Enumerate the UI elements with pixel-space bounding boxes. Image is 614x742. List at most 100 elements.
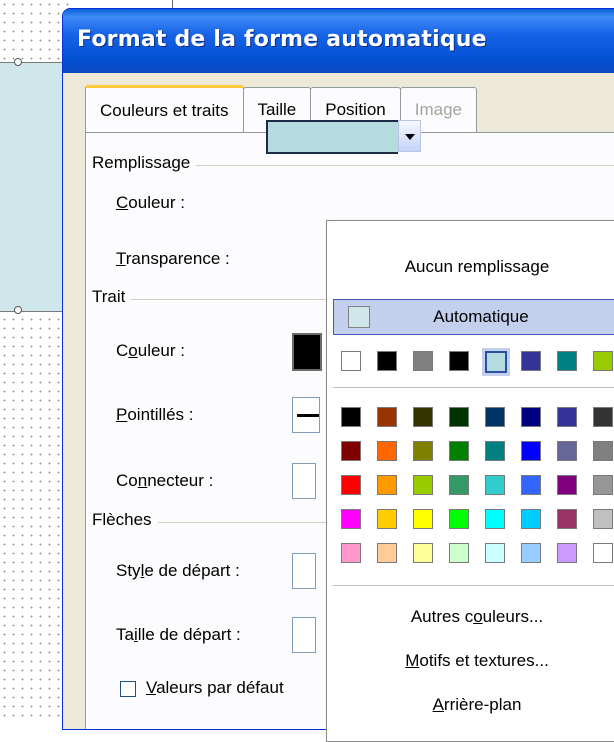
color-swatch[interactable] [593, 509, 613, 529]
color-swatch[interactable] [593, 543, 613, 563]
color-swatch[interactable] [341, 509, 361, 529]
connector-label-text: necteur : [147, 471, 214, 490]
start-size-box[interactable] [292, 617, 316, 653]
start-size-label-pre: Ta [116, 625, 134, 644]
color-swatch[interactable] [449, 351, 469, 371]
color-swatch[interactable] [449, 407, 469, 427]
background-text: rrière-plan [443, 695, 522, 714]
dash-label: Pointillés : [116, 405, 193, 425]
start-style-label: Style de départ : [116, 561, 240, 581]
start-style-box[interactable] [292, 553, 316, 589]
color-swatch[interactable] [341, 441, 361, 461]
line-color-label-key: o [128, 341, 138, 360]
color-swatch[interactable] [485, 441, 505, 461]
color-swatch[interactable] [593, 351, 613, 371]
color-swatch[interactable] [413, 351, 433, 371]
color-swatch[interactable] [521, 475, 541, 495]
dash-label-key: P [116, 405, 128, 424]
group-label-remplissage: Remplissage [92, 153, 197, 173]
selected-shape[interactable] [0, 62, 70, 312]
color-swatch[interactable] [485, 407, 505, 427]
color-swatch[interactable] [449, 543, 469, 563]
transparency-label-key: T [116, 249, 126, 268]
color-swatch[interactable] [341, 407, 361, 427]
color-swatch[interactable] [521, 407, 541, 427]
color-swatch[interactable] [557, 475, 577, 495]
connector-box[interactable] [292, 463, 316, 499]
color-swatch[interactable] [377, 509, 397, 529]
separator [333, 585, 614, 586]
color-swatch[interactable] [485, 509, 505, 529]
start-size-label: Taille de départ : [116, 625, 241, 645]
color-swatch[interactable] [521, 351, 541, 371]
default-values-label-text: aleurs par défaut [156, 678, 284, 697]
color-picker-dropdown: Aucun remplissage Automatique Autres cou… [326, 220, 614, 742]
color-swatch[interactable] [377, 351, 397, 371]
color-swatch[interactable] [557, 407, 577, 427]
color-swatch[interactable] [413, 475, 433, 495]
color-swatch[interactable] [593, 475, 613, 495]
color-swatch[interactable] [593, 441, 613, 461]
line-color-label-text: uleur : [137, 341, 185, 360]
default-values-label-key: V [146, 678, 157, 697]
line-color-label-pre: C [116, 341, 129, 360]
group-label-fleches: Flèches [92, 510, 158, 530]
patterns-text: otifs et textures... [419, 651, 549, 670]
color-swatch[interactable] [557, 509, 577, 529]
color-swatch[interactable] [413, 509, 433, 529]
color-swatch[interactable] [449, 475, 469, 495]
color-swatch[interactable] [341, 351, 361, 371]
dash-label-text: ointillés : [127, 405, 194, 424]
separator [333, 387, 614, 388]
no-fill-option[interactable]: Aucun remplissage [327, 257, 614, 277]
color-swatch[interactable] [413, 543, 433, 563]
start-style-label-pre: Sty [116, 561, 141, 580]
shape-handle-top[interactable] [14, 58, 22, 66]
color-swatch[interactable] [485, 543, 505, 563]
color-swatch[interactable] [377, 543, 397, 563]
color-swatch[interactable] [341, 475, 361, 495]
connector-label-key: n [137, 471, 148, 490]
patterns-key: M [405, 651, 420, 670]
color-swatch[interactable] [377, 441, 397, 461]
color-swatch[interactable] [377, 407, 397, 427]
background-option[interactable]: Arrière-plan [327, 695, 614, 715]
fill-color-label-key: C [116, 193, 129, 212]
background-key: A [432, 695, 444, 714]
more-colors-option[interactable]: Autres couleurs... [327, 607, 614, 627]
transparency-label-text: ransparence : [125, 249, 230, 268]
color-swatch[interactable] [482, 348, 510, 376]
default-values-label: Valeurs par défaut [146, 678, 284, 698]
tab-couleurs-et-traits[interactable]: Couleurs et traits [85, 85, 244, 134]
patterns-textures-option[interactable]: Motifs et textures... [327, 651, 614, 671]
color-swatch[interactable] [557, 441, 577, 461]
color-swatch[interactable] [521, 509, 541, 529]
color-swatch[interactable] [449, 441, 469, 461]
group-label-trait: Trait [92, 287, 132, 307]
fill-color-combo-fill[interactable] [362, 120, 398, 154]
color-swatch[interactable] [521, 441, 541, 461]
color-swatch[interactable] [593, 407, 613, 427]
more-colors-text: uleurs... [482, 607, 544, 626]
default-values-checkbox[interactable] [120, 681, 136, 697]
line-color-box[interactable] [292, 333, 322, 371]
fill-color-combo[interactable] [266, 120, 366, 154]
shape-handle-bottom[interactable] [14, 306, 22, 314]
color-swatch[interactable] [413, 407, 433, 427]
color-swatch[interactable] [557, 351, 577, 371]
color-swatch[interactable] [377, 475, 397, 495]
color-swatch[interactable] [557, 543, 577, 563]
line-color-label: Couleur : [116, 341, 185, 361]
color-swatch[interactable] [521, 543, 541, 563]
connector-label: Connecteur : [116, 471, 213, 491]
dash-style-box[interactable] [292, 397, 320, 433]
dialog-titlebar[interactable]: Format de la forme automatique [63, 9, 614, 73]
more-colors-key: o [473, 607, 483, 626]
color-swatch[interactable] [485, 475, 505, 495]
automatic-option[interactable]: Automatique [333, 299, 614, 335]
chevron-down-icon[interactable] [398, 120, 421, 152]
color-swatch[interactable] [449, 509, 469, 529]
connector-label-pre: Co [116, 471, 138, 490]
color-swatch[interactable] [341, 543, 361, 563]
color-swatch[interactable] [413, 441, 433, 461]
